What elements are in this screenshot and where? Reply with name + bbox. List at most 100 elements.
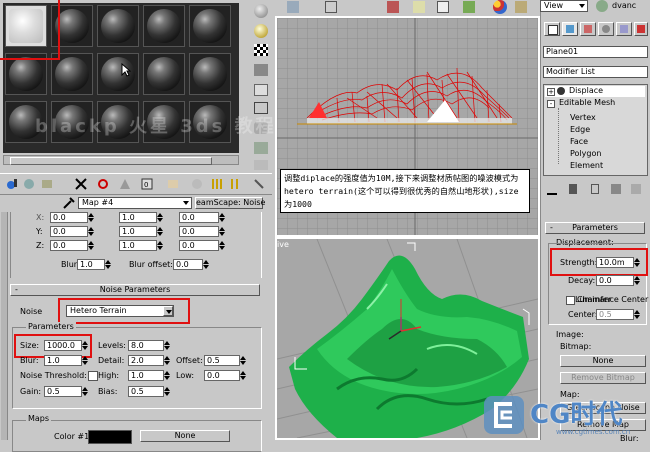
sample-slot-8[interactable]	[97, 53, 139, 95]
angle-y-field[interactable]: 0.0	[179, 226, 219, 237]
high-field[interactable]: 1.0	[128, 370, 164, 381]
material-id-icon[interactable]: 0	[140, 177, 154, 191]
offset-y-field[interactable]: 0.0	[50, 226, 88, 237]
pick-icon[interactable]	[252, 177, 266, 191]
offset-x-field[interactable]: 0.0	[50, 212, 88, 223]
go-parent-icon[interactable]	[210, 177, 224, 191]
sample-slot-5[interactable]	[189, 5, 231, 47]
sample-type-icon[interactable]	[254, 4, 268, 18]
tab-create-icon[interactable]	[544, 22, 560, 36]
tab-modify-icon[interactable]	[562, 22, 578, 36]
background-icon[interactable]	[254, 44, 268, 56]
blur2-field[interactable]: 1.0	[44, 355, 82, 366]
toolbar-material-editor-icon[interactable]	[493, 0, 507, 14]
tab-display-icon[interactable]	[616, 22, 632, 36]
low-field[interactable]: 0.0	[204, 370, 240, 381]
view-dropdown[interactable]: View	[540, 0, 588, 12]
uv-tiling-icon[interactable]	[254, 64, 268, 76]
highlight-noise-type	[58, 298, 190, 324]
stack-sub-edge[interactable]: Edge	[570, 124, 590, 135]
reset-map-icon[interactable]	[74, 177, 88, 191]
tiling-x-field[interactable]: 1.0	[119, 212, 157, 223]
detail-field[interactable]: 2.0	[128, 355, 164, 366]
stack-sub-element[interactable]: Element	[570, 160, 603, 171]
blur-offset-field[interactable]: 0.0	[173, 259, 203, 270]
map-name-dropdown[interactable]: Map #4	[78, 197, 192, 209]
remove-bitmap-button[interactable]: Remove Bitmap	[560, 372, 646, 384]
viewport-top[interactable]: 调整diplace的强度值为10M,接下来调整材质帖图的噪波模式为hetero …	[275, 16, 540, 237]
parameters-rollout-header[interactable]: - Parameters	[545, 222, 645, 234]
sample-slot-3[interactable]	[97, 5, 139, 47]
object-name-field[interactable]: Plane01	[543, 46, 648, 58]
material-navigator-icon[interactable]	[254, 160, 268, 170]
assign-material-icon[interactable]	[40, 177, 54, 191]
bias-field[interactable]: 0.5	[128, 386, 164, 397]
toolbar-select-icon[interactable]	[325, 1, 337, 13]
backlight-icon[interactable]	[254, 24, 268, 38]
angle-x-field[interactable]: 0.0	[179, 212, 219, 223]
stack-sub-vertex[interactable]: Vertex	[570, 112, 596, 123]
center-label: Center:	[568, 310, 598, 319]
make-unique-icon[interactable]	[96, 177, 110, 191]
slots-hscrollbar[interactable]	[3, 155, 239, 165]
map-type-button[interactable]: eamScape: Noise	[195, 197, 265, 209]
rollout-scrollbar[interactable]	[1, 212, 8, 440]
decay-field[interactable]: 0.0	[596, 275, 634, 286]
show-end-result-toggle-icon[interactable]	[569, 184, 577, 194]
user-icon[interactable]	[596, 0, 608, 12]
select-by-material-icon[interactable]	[254, 142, 268, 154]
slots-side-toolbar	[252, 2, 270, 170]
sample-slot-9[interactable]	[143, 53, 185, 95]
center-field[interactable]: 0.5	[596, 309, 634, 320]
angle-z-field[interactable]: 0.0	[179, 240, 219, 251]
toolbar-tool-icon[interactable]	[287, 1, 299, 13]
color1-map-button[interactable]: None	[140, 430, 230, 442]
tab-utilities-icon[interactable]	[634, 22, 648, 36]
modifier-list-dropdown[interactable]: Modifier List	[543, 66, 648, 78]
put-to-library-icon[interactable]	[118, 177, 132, 191]
coordinates-rollout: X: 0.0 1.0 0.0 Y: 0.0 1.0 0.0 Z: 0.0 1.0…	[10, 212, 262, 278]
stack-sub-face[interactable]: Face	[570, 136, 588, 147]
get-material-icon[interactable]	[5, 177, 19, 191]
offset-z-field[interactable]: 0.0	[50, 240, 88, 251]
expand-icon[interactable]: +	[547, 88, 555, 96]
toolbar-move-icon[interactable]	[387, 1, 399, 13]
sample-slot-4[interactable]	[143, 5, 185, 47]
video-check-icon[interactable]	[254, 84, 268, 96]
high-checkbox[interactable]	[88, 371, 98, 381]
put-to-scene-icon[interactable]	[22, 177, 36, 191]
toolbar-render-icon[interactable]	[515, 1, 527, 13]
toolbar-layer-icon[interactable]	[413, 1, 425, 13]
levels-field[interactable]: 8.0	[128, 340, 164, 351]
rollout-minus-icon: -	[15, 285, 18, 294]
stack-sub-polygon[interactable]: Polygon	[570, 148, 601, 159]
remove-modifier-icon[interactable]	[611, 184, 621, 194]
blur-field[interactable]: 1.0	[77, 259, 105, 270]
show-map-icon[interactable]	[166, 177, 180, 191]
show-end-result-icon[interactable]	[190, 177, 204, 191]
stack-item-editable-mesh[interactable]: - Editable Mesh	[545, 98, 645, 109]
material-toolbar: 0	[0, 173, 272, 195]
make-unique-stack-icon[interactable]	[591, 184, 599, 194]
pin-stack-icon[interactable]	[547, 185, 557, 195]
tiling-y-field[interactable]: 1.0	[119, 226, 157, 237]
collapse-icon[interactable]: -	[547, 100, 555, 108]
tab-motion-icon[interactable]	[598, 22, 614, 36]
eyedropper-icon[interactable]	[62, 196, 76, 210]
color1-swatch[interactable]	[88, 430, 132, 444]
offset-field[interactable]: 0.5	[204, 355, 240, 366]
mouse-cursor-icon	[121, 63, 131, 77]
go-sibling-icon[interactable]	[230, 177, 244, 191]
stack-item-displace[interactable]: + Displace	[545, 86, 645, 97]
gain-field[interactable]: 0.5	[44, 386, 82, 397]
configure-sets-icon[interactable]	[631, 184, 641, 194]
sample-slot-10[interactable]	[189, 53, 231, 95]
toolbar-schematic-icon[interactable]	[463, 1, 475, 13]
modifier-bulb-icon[interactable]	[557, 87, 565, 95]
bitmap-none-button[interactable]: None	[560, 355, 646, 367]
tab-hierarchy-icon[interactable]	[580, 22, 596, 36]
tiling-z-field[interactable]: 1.0	[119, 240, 157, 251]
noise-parameters-rollout-header[interactable]: - Noise Parameters	[10, 284, 260, 296]
chamfer-checkbox[interactable]	[566, 296, 575, 305]
toolbar-list-icon[interactable]	[437, 1, 449, 13]
